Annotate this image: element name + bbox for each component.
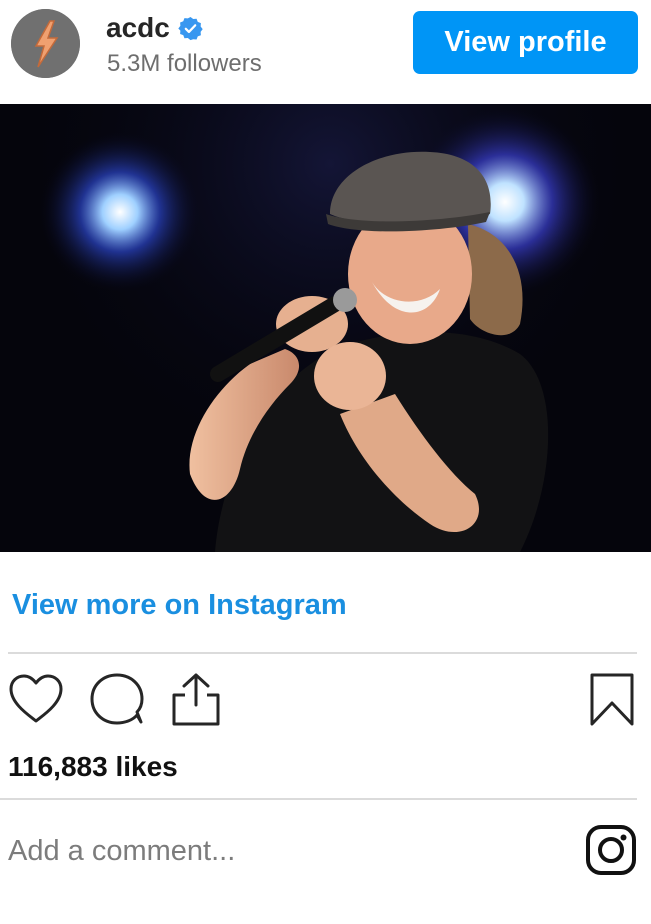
comment-icon [90,673,144,725]
share-icon [172,673,220,726]
bookmark-icon [590,673,634,726]
concert-photo [0,104,651,552]
instagram-icon [586,825,636,875]
heart-icon [9,674,63,723]
share-button[interactable] [169,671,223,727]
verified-badge-icon [178,16,203,40]
follower-count: 5.3M followers [107,50,262,77]
username[interactable]: acdc [106,10,170,46]
lightning-bolt-logo [11,9,80,78]
comment-input[interactable] [8,828,548,874]
post-header: acdc 5.3M followers View profile [0,0,651,103]
profile-avatar[interactable] [11,9,80,78]
like-button[interactable] [8,673,64,725]
likes-count: 116,883 likes [8,751,178,782]
save-button[interactable] [588,672,636,728]
divider [8,652,637,654]
comment-button[interactable] [87,671,147,727]
username-row: acdc [106,10,203,46]
instagram-logo-link[interactable] [585,824,637,876]
post-image[interactable] [0,104,651,552]
divider [0,798,637,800]
view-profile-button[interactable]: View profile [413,11,638,74]
view-more-on-instagram-link[interactable]: View more on Instagram [12,585,347,625]
